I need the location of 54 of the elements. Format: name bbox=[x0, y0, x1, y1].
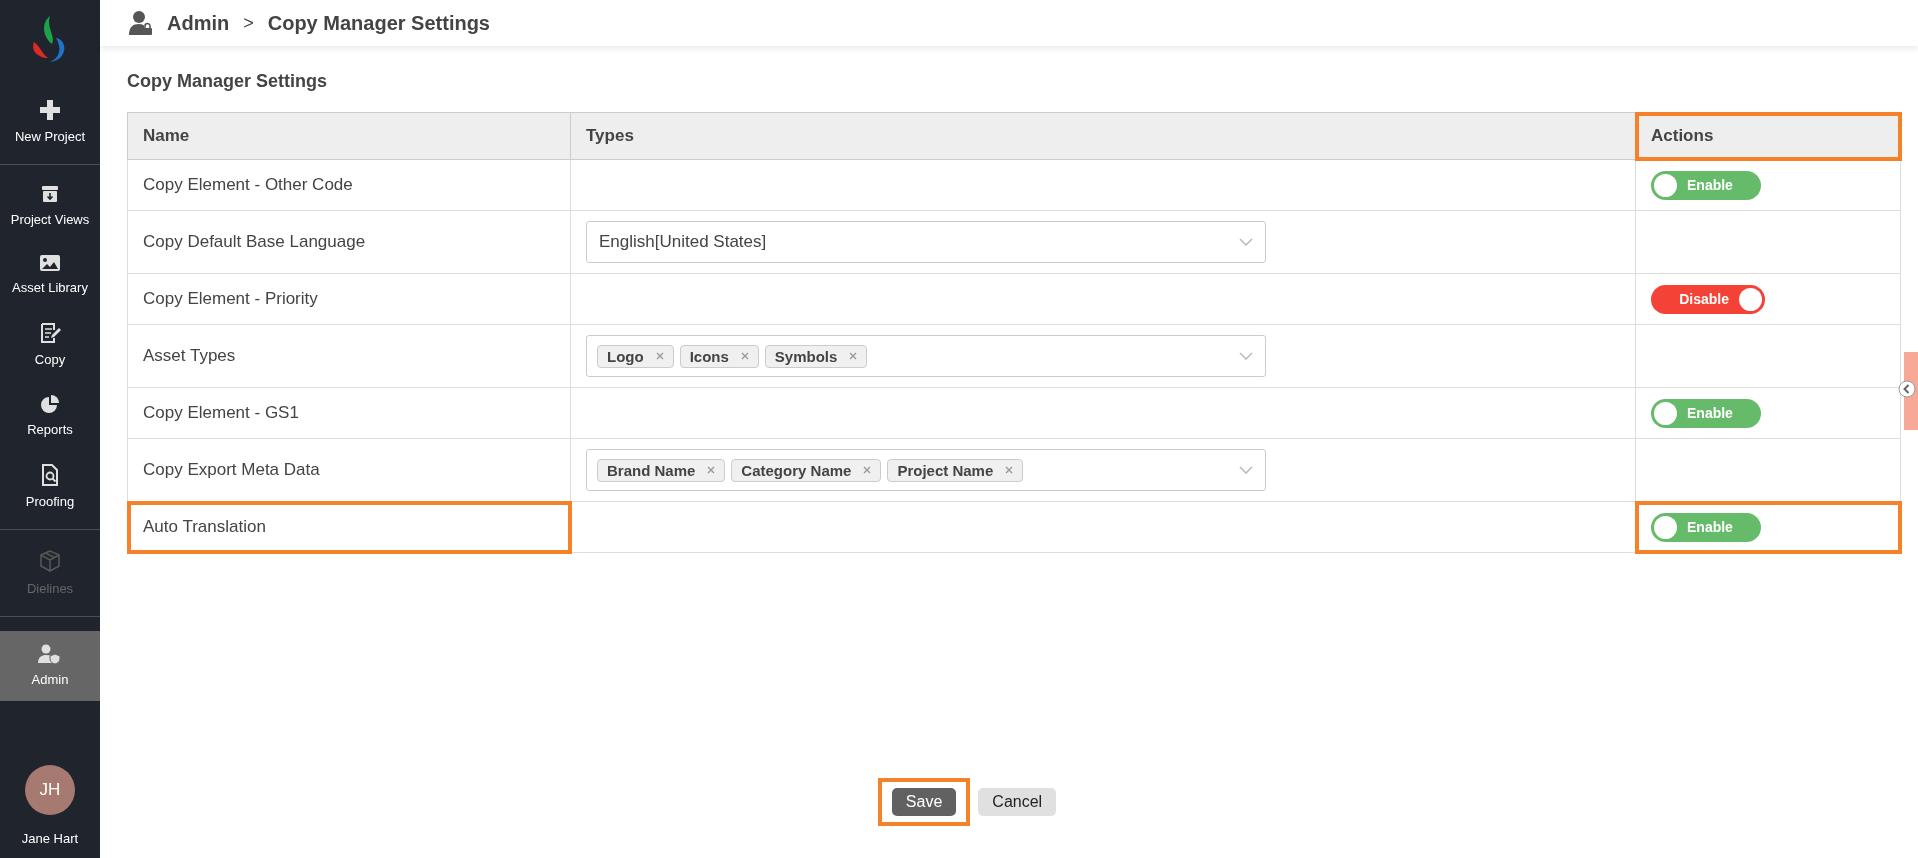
language-dropdown[interactable]: English[United States] bbox=[586, 221, 1266, 263]
breadcrumb-item: Copy Manager Settings bbox=[267, 11, 490, 35]
chevron-down-icon bbox=[1239, 238, 1253, 246]
sidebar-item[interactable]: Proofing bbox=[0, 451, 100, 523]
remove-icon[interactable] bbox=[849, 352, 858, 360]
table-cell: Copy Element - GS1 bbox=[127, 387, 571, 439]
sidebar-item[interactable]: New Project bbox=[0, 86, 100, 158]
breadcrumb-separator: > bbox=[243, 12, 254, 34]
user-lock-icon bbox=[129, 10, 153, 36]
table-cell: Copy Export Meta Data bbox=[127, 438, 571, 502]
sidebar-item[interactable]: Reports bbox=[0, 381, 100, 451]
save-button[interactable]: Save bbox=[891, 788, 957, 816]
sidebar-item[interactable]: Asset Library bbox=[0, 241, 100, 309]
tag-label: Project Name bbox=[897, 461, 994, 479]
image-icon bbox=[39, 254, 61, 272]
pie-chart-icon bbox=[40, 394, 60, 414]
multi-select-field[interactable]: Logo Icons Symbols bbox=[586, 335, 1266, 377]
chevron-down-icon bbox=[1239, 352, 1253, 360]
column-header: Types bbox=[570, 112, 1636, 160]
tag-label: Brand Name bbox=[607, 461, 696, 479]
table-cell: Asset Types bbox=[127, 324, 571, 388]
multi-select-field[interactable]: Brand Name Category Name Project Name bbox=[586, 449, 1266, 491]
remove-icon[interactable] bbox=[655, 352, 664, 360]
archive-icon bbox=[40, 184, 60, 204]
tag-label: Logo bbox=[607, 347, 644, 365]
tag-label: Icons bbox=[689, 347, 729, 365]
remove-icon[interactable] bbox=[863, 466, 872, 474]
user-shield-icon bbox=[38, 644, 62, 664]
table-cell: Copy Element - Other Code bbox=[127, 159, 571, 211]
toggle-switch[interactable]: Disable bbox=[1651, 284, 1765, 314]
page-title: Copy Manager Settings bbox=[127, 71, 329, 92]
plus-icon bbox=[39, 99, 61, 121]
edit-icon bbox=[39, 322, 61, 344]
table-cell: Auto Translation bbox=[127, 501, 571, 553]
column-header: Name bbox=[127, 112, 571, 160]
tag-label: Category Name bbox=[741, 461, 852, 479]
remove-icon[interactable] bbox=[1005, 466, 1014, 474]
document-search-icon bbox=[41, 464, 59, 486]
box-icon bbox=[38, 549, 62, 573]
breadcrumb-item[interactable]: Admin bbox=[167, 11, 230, 35]
sidebar-item[interactable]: Admin bbox=[0, 631, 100, 701]
chevron-down-icon bbox=[1239, 466, 1253, 474]
column-header: Actions bbox=[1635, 112, 1901, 160]
chevron-left-icon[interactable] bbox=[1898, 380, 1916, 398]
user-avatar[interactable]: JH bbox=[25, 765, 75, 815]
tag-label: Symbols bbox=[774, 347, 838, 365]
cancel-button[interactable]: Cancel bbox=[978, 788, 1057, 816]
user-name: Jane Hart bbox=[20, 831, 80, 846]
sidebar-item[interactable]: Copy bbox=[0, 309, 100, 381]
sidebar-item[interactable]: Project Views bbox=[0, 171, 100, 241]
table-cell: Copy Element - Priority bbox=[127, 273, 571, 325]
table-cell: Copy Default Base Language bbox=[127, 210, 571, 274]
remove-icon[interactable] bbox=[707, 466, 716, 474]
remove-icon[interactable] bbox=[740, 352, 749, 360]
